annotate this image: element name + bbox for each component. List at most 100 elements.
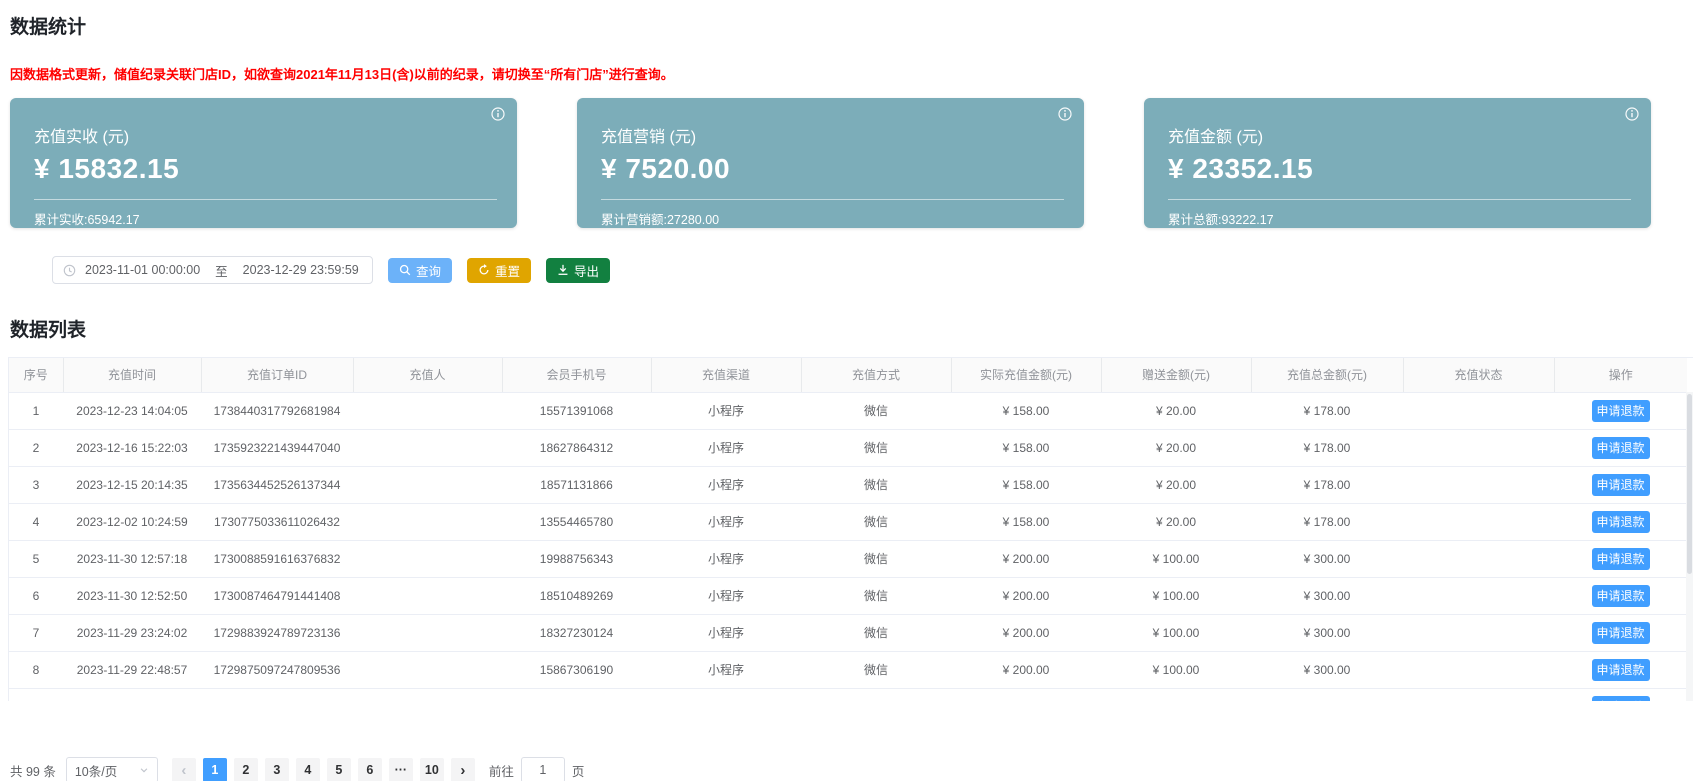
date-range-input[interactable]: 2023-11-01 00:00:00 至 2023-12-29 23:59:5… xyxy=(52,256,373,284)
cell-total: ¥ 178.00 xyxy=(1251,429,1403,466)
cell-amount: ¥ 158.00 xyxy=(951,429,1101,466)
date-separator: 至 xyxy=(215,261,228,280)
pager-pages: 123456 ··· 10 xyxy=(203,758,444,781)
goto-label: 前往 xyxy=(489,761,514,780)
cell-index: 8 xyxy=(9,651,63,688)
column-header: 充值总金额(元) xyxy=(1251,358,1403,392)
pager-page-3[interactable]: 3 xyxy=(265,758,289,781)
scrollbar-thumb[interactable] xyxy=(1687,394,1692,574)
cell-phone: 18571131866 xyxy=(502,466,651,503)
cell-order_id: 1735923221439447040 xyxy=(201,429,353,466)
cell-total: ¥ 178.00 xyxy=(1251,466,1403,503)
cell-bonus: ¥ 20.00 xyxy=(1101,392,1251,429)
table-row: 22023-12-16 15:22:0317359232214394470401… xyxy=(9,429,1687,466)
cell-amount: ¥ 200.00 xyxy=(951,614,1101,651)
prev-page-button[interactable]: ‹ xyxy=(172,758,196,781)
table-row: 72023-11-29 23:24:0217298839247897231361… xyxy=(9,614,1687,651)
cell-time: 2023-12-15 20:14:35 xyxy=(63,466,201,503)
pager-page-2[interactable]: 2 xyxy=(234,758,258,781)
cell-order_id: 1729883924789723136 xyxy=(201,614,353,651)
query-button-label: 查询 xyxy=(416,261,441,280)
cell-time: 2023-11-30 12:52:50 xyxy=(63,577,201,614)
pager-ellipsis[interactable]: ··· xyxy=(389,758,413,781)
cell-action: 申请退款 xyxy=(1554,577,1687,614)
date-start-value[interactable]: 2023-11-01 00:00:00 xyxy=(85,263,200,277)
cell-status xyxy=(1403,429,1554,466)
table-row: 12023-12-23 14:04:0517384403177926819841… xyxy=(9,392,1687,429)
goto-page: 前往 页 xyxy=(489,757,585,781)
cell-total: ¥ 178.00 xyxy=(1251,392,1403,429)
cell-status xyxy=(1403,651,1554,688)
cell-bonus: ¥ 100.00 xyxy=(1101,540,1251,577)
reset-button-label: 重置 xyxy=(495,261,520,280)
cell-amount: ¥ 200.00 xyxy=(951,577,1101,614)
reset-button[interactable]: 重置 xyxy=(467,258,531,283)
refund-button[interactable]: 申请退款 xyxy=(1592,696,1650,702)
cell-action: 申请退款 xyxy=(1554,614,1687,651)
refund-button[interactable]: 申请退款 xyxy=(1592,622,1650,644)
cell-total: ¥ 178.00 xyxy=(1251,503,1403,540)
vertical-scrollbar[interactable] xyxy=(1686,392,1693,701)
cell-phone: 19988756343 xyxy=(502,540,651,577)
stat-label: 充值金额 (元) xyxy=(1168,123,1651,147)
cell-index: 3 xyxy=(9,466,63,503)
cell-order_id xyxy=(201,688,353,701)
cell-method: 微信 xyxy=(801,503,951,540)
refund-button[interactable]: 申请退款 xyxy=(1592,659,1650,681)
stat-value: ¥ 7520.00 xyxy=(601,153,1084,185)
refund-button[interactable]: 申请退款 xyxy=(1592,548,1650,570)
cell-user xyxy=(353,651,502,688)
cell-bonus xyxy=(1101,688,1251,701)
pager-page-10[interactable]: 10 xyxy=(420,758,444,781)
recharge-table: 序号充值时间充值订单ID充值人会员手机号充值渠道充值方式实际充值金额(元)赠送金… xyxy=(8,357,1693,701)
cell-channel: 小程序 xyxy=(651,651,801,688)
cell-user xyxy=(353,540,502,577)
query-button[interactable]: 查询 xyxy=(388,258,452,283)
cell-user xyxy=(353,614,502,651)
info-icon[interactable] xyxy=(1058,107,1072,121)
cell-status xyxy=(1403,614,1554,651)
date-end-value[interactable]: 2023-12-29 23:59:59 xyxy=(243,263,359,277)
cell-total: ¥ 300.00 xyxy=(1251,614,1403,651)
info-icon[interactable] xyxy=(491,107,505,121)
refund-button[interactable]: 申请退款 xyxy=(1592,585,1650,607)
column-header: 充值方式 xyxy=(801,358,951,392)
goto-page-input[interactable] xyxy=(521,757,565,781)
info-icon[interactable] xyxy=(1625,107,1639,121)
column-header: 赠送金额(元) xyxy=(1101,358,1251,392)
table-row: 62023-11-30 12:52:5017300874647914414081… xyxy=(9,577,1687,614)
column-header: 操作 xyxy=(1554,358,1687,392)
refund-button[interactable]: 申请退款 xyxy=(1592,400,1650,422)
pager-page-6[interactable]: 6 xyxy=(358,758,382,781)
table-body: 12023-12-23 14:04:0517384403177926819841… xyxy=(9,392,1687,701)
cell-bonus: ¥ 20.00 xyxy=(1101,429,1251,466)
filter-row: 2023-11-01 00:00:00 至 2023-12-29 23:59:5… xyxy=(52,256,1701,284)
export-button[interactable]: 导出 xyxy=(546,258,610,283)
cell-phone: 13554465780 xyxy=(502,503,651,540)
divider xyxy=(601,199,1064,200)
table-row: 52023-11-30 12:57:1817300885916163768321… xyxy=(9,540,1687,577)
clock-icon xyxy=(63,264,76,277)
cell-method: 微信 xyxy=(801,614,951,651)
stat-label: 充值营销 (元) xyxy=(601,123,1084,147)
cell-index: 2 xyxy=(9,429,63,466)
pager-page-4[interactable]: 4 xyxy=(296,758,320,781)
refund-button[interactable]: 申请退款 xyxy=(1592,511,1650,533)
cell-index xyxy=(9,688,63,701)
cell-action: 申请退款 xyxy=(1554,429,1687,466)
cell-bonus: ¥ 20.00 xyxy=(1101,466,1251,503)
cell-total: ¥ 300.00 xyxy=(1251,540,1403,577)
page-size-select[interactable]: 10条/页 xyxy=(66,757,158,781)
cell-total xyxy=(1251,688,1403,701)
next-page-button[interactable]: › xyxy=(451,758,475,781)
cell-amount: ¥ 200.00 xyxy=(951,651,1101,688)
pager-page-1[interactable]: 1 xyxy=(203,758,227,781)
column-header: 序号 xyxy=(9,358,63,392)
cell-status xyxy=(1403,577,1554,614)
refund-button[interactable]: 申请退款 xyxy=(1592,437,1650,459)
refund-button[interactable]: 申请退款 xyxy=(1592,474,1650,496)
cell-user xyxy=(353,429,502,466)
table-header-row: 序号充值时间充值订单ID充值人会员手机号充值渠道充值方式实际充值金额(元)赠送金… xyxy=(9,358,1687,392)
pager-page-5[interactable]: 5 xyxy=(327,758,351,781)
cell-phone: 15867306190 xyxy=(502,651,651,688)
